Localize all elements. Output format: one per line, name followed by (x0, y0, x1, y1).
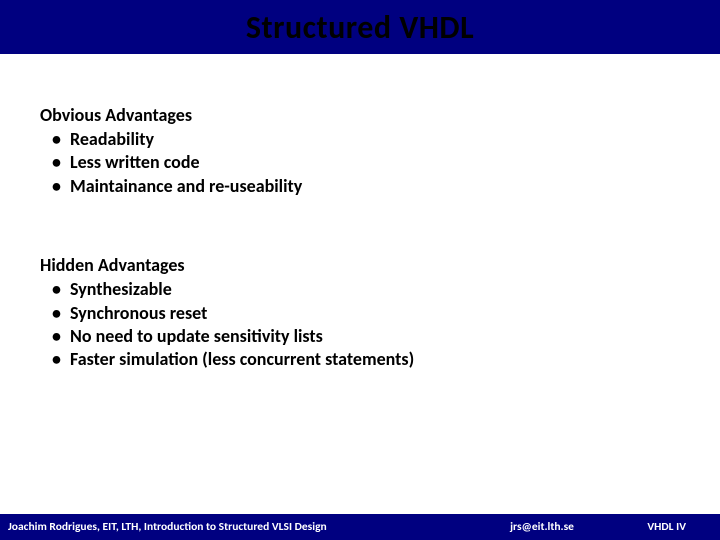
bullet-list: Synthesizable Synchronous reset No need … (40, 278, 680, 372)
list-item: Faster simulation (less concurrent state… (40, 348, 680, 371)
slide-content: Obvious Advantages Readability Less writ… (0, 54, 720, 372)
bullet-list: Readability Less written code Maintainan… (40, 128, 680, 198)
section-heading: Hidden Advantages (40, 254, 680, 276)
title-bar: Structured VHDL (0, 0, 720, 54)
list-item: No need to update sensitivity lists (40, 325, 680, 348)
list-item: Maintainance and re-useability (40, 175, 680, 198)
slide-footer: Joachim Rodrigues, EIT, LTH, Introductio… (0, 514, 720, 540)
section-heading: Obvious Advantages (40, 104, 680, 126)
section-obvious-advantages: Obvious Advantages Readability Less writ… (40, 104, 680, 198)
slide-title: Structured VHDL (246, 8, 474, 47)
footer-email: jrs@eit.lth.se (327, 520, 648, 534)
slide: Structured VHDL Obvious Advantages Reada… (0, 0, 720, 540)
list-item: Synchronous reset (40, 302, 680, 325)
list-item: Synthesizable (40, 278, 680, 301)
footer-section: VHDL IV (647, 520, 712, 534)
list-item: Less written code (40, 151, 680, 174)
list-item: Readability (40, 128, 680, 151)
section-hidden-advantages: Hidden Advantages Synthesizable Synchron… (40, 254, 680, 372)
footer-author: Joachim Rodrigues, EIT, LTH, Introductio… (8, 520, 327, 534)
